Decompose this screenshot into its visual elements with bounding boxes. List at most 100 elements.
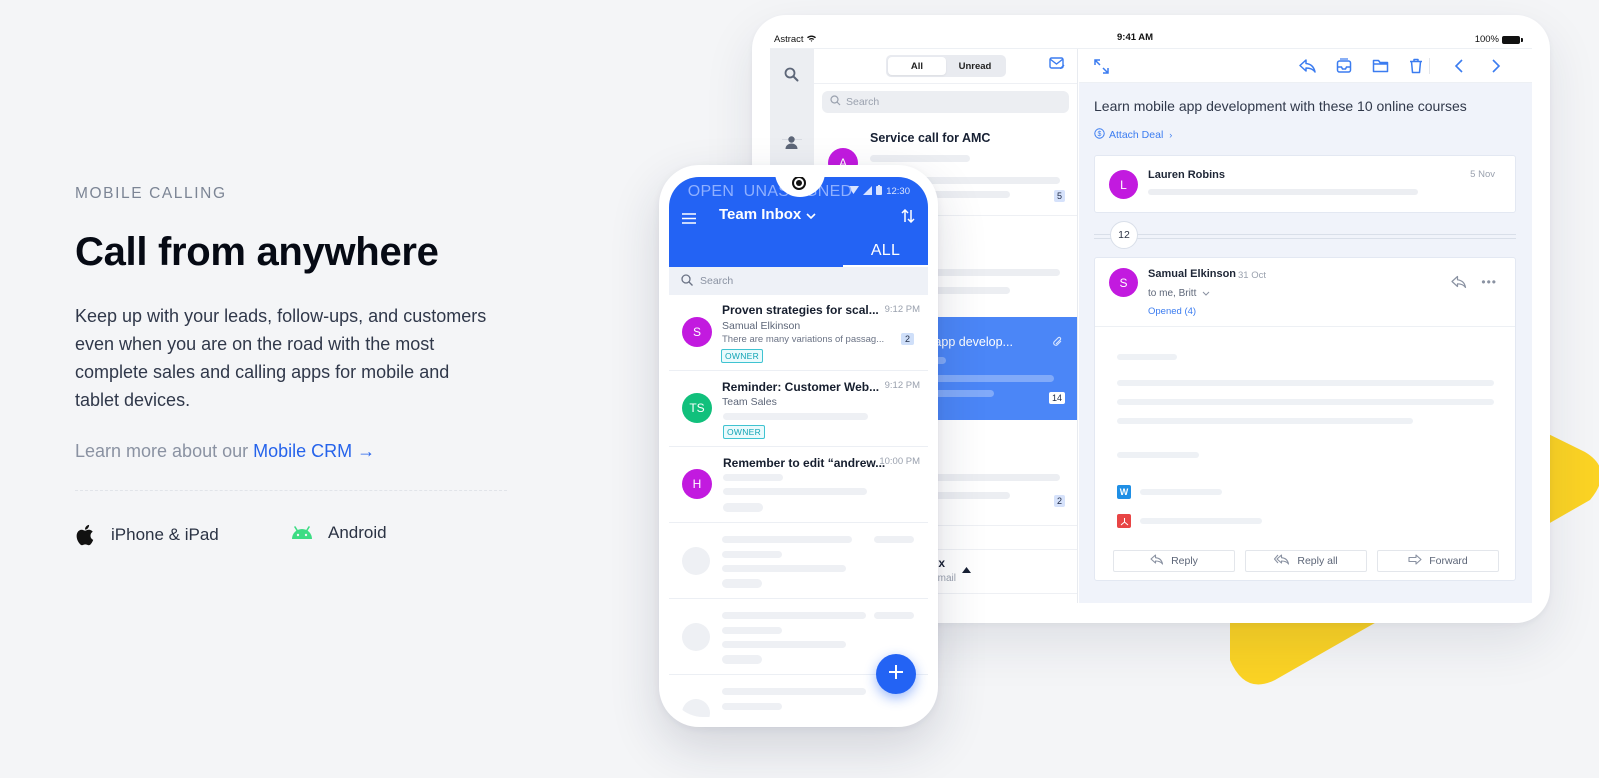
phone-mockup: 12:30 Team Inbox OPEN UNASSIGNED ALL [659, 165, 938, 727]
tablet-clock: 9:41 AM [1117, 32, 1154, 43]
plus-icon [888, 664, 904, 685]
conversation-from: Team Sales [722, 396, 777, 408]
inbox-title: Team Inbox [719, 206, 802, 223]
sender-name: Lauren Robins [1148, 169, 1226, 181]
tab-open[interactable]: OPEN [669, 177, 753, 207]
next-icon[interactable] [1491, 58, 1501, 79]
search-icon [681, 273, 693, 289]
chevron-down-icon [806, 206, 816, 223]
skeleton-line [722, 612, 866, 619]
skeleton-avatar [682, 623, 710, 651]
sender-name: Samual Elkinson [1148, 268, 1237, 280]
conversation-from: Samual Elkinson [722, 320, 801, 332]
forward-button[interactable]: Forward [1377, 550, 1499, 572]
recipients-toggle[interactable]: to me, Britt [1148, 288, 1210, 299]
skeleton-line [722, 641, 846, 648]
chevron-down-icon [1202, 288, 1210, 299]
tablet-mail-detail: Learn mobile app development with these … [1079, 49, 1532, 603]
learn-more-prefix: Learn more about our [75, 441, 254, 461]
mail-title: Service call for AMC [870, 131, 991, 145]
svg-text:$: $ [1098, 131, 1102, 138]
attachment-name-skeleton [1140, 489, 1222, 495]
tab-all[interactable]: ALL [843, 237, 928, 267]
platform-ios[interactable]: iPhone & iPad [75, 523, 219, 547]
skeleton-line [722, 579, 762, 588]
filter-segmented-control: All Unread [886, 55, 1006, 77]
segment-all[interactable]: All [888, 57, 946, 75]
conversation-time: 10:00 PM [879, 456, 920, 467]
carrier-name: Astract [774, 34, 804, 45]
tablet-status-bar: Astract 9:41 AM 100% [774, 32, 1523, 46]
phone-conversation-item[interactable]: TS Reminder: Customer Web... 9:12 PM Tea… [669, 371, 928, 447]
pdf-file-icon[interactable] [1117, 514, 1131, 528]
search-placeholder: Search [700, 275, 734, 287]
segment-unread[interactable]: Unread [946, 57, 1004, 75]
skeleton-avatar [682, 699, 710, 717]
signal-icon [863, 185, 873, 198]
arrow-right-icon: → [357, 441, 376, 461]
avatar: H [682, 469, 712, 499]
reply-icon[interactable] [1451, 275, 1467, 294]
skeleton-line [723, 488, 867, 495]
skeleton-line [722, 688, 866, 695]
tablet-search-input[interactable]: Search [822, 91, 1069, 113]
skeleton-line [1117, 380, 1494, 386]
archive-inbox-icon[interactable] [1336, 58, 1352, 79]
word-file-icon[interactable]: W [1117, 485, 1131, 499]
headline: Call from anywhere [75, 230, 439, 274]
phone-conversation-item[interactable]: H Remember to edit “andrew... 10:00 PM [669, 447, 928, 523]
eyebrow-label: MOBILE CALLING [75, 185, 227, 202]
conversation-time: 9:12 PM [884, 304, 920, 315]
chevron-right-icon: › [1169, 130, 1173, 140]
dollar-circle-icon: $ [1094, 128, 1105, 142]
hamburger-menu-icon[interactable] [682, 211, 696, 229]
folder-icon[interactable] [1372, 58, 1389, 78]
owner-tag: OWNER [721, 349, 764, 363]
conversation-title: Remember to edit “andrew... [723, 456, 886, 470]
thread-divider [1094, 234, 1516, 235]
conversation-preview: There are many variations of passag... [722, 334, 885, 345]
message-date: 5 Nov [1470, 169, 1495, 180]
phone-conversation-item[interactable]: S Proven strategies for scal... 9:12 PM … [669, 295, 928, 371]
skeleton-line [723, 413, 868, 420]
skeleton-line [723, 474, 783, 481]
expand-icon[interactable] [1093, 58, 1110, 80]
reply-icon[interactable] [1299, 58, 1316, 79]
inbox-selector[interactable]: Team Inbox [719, 206, 816, 223]
skeleton-line [722, 565, 846, 572]
attachment-name-skeleton [1140, 518, 1262, 524]
learn-more-line: Learn more about our Mobile CRM → [75, 441, 375, 462]
phone-search-input[interactable]: Search [669, 267, 928, 295]
reply-button[interactable]: Reply [1113, 550, 1235, 572]
new-conversation-fab[interactable] [876, 654, 916, 694]
opened-count-link[interactable]: Opened (4) [1148, 306, 1196, 317]
reply-all-button[interactable]: Reply all [1245, 550, 1367, 572]
list-header-divider [814, 83, 1077, 84]
mobile-crm-link[interactable]: Mobile CRM → [253, 441, 375, 461]
thread-divider [1094, 238, 1516, 239]
attach-deal-link[interactable]: $ Attach Deal › [1094, 128, 1172, 142]
phone-status-bar: 12:30 [848, 185, 910, 198]
hidden-messages-count[interactable]: 12 [1110, 221, 1138, 249]
contacts-icon[interactable] [784, 135, 799, 155]
reply-all-button-label: Reply all [1297, 555, 1338, 567]
email-subject: Learn mobile app development with these … [1094, 98, 1467, 114]
sort-icon[interactable] [901, 208, 915, 228]
trash-icon[interactable] [1409, 58, 1423, 79]
apple-icon [75, 523, 97, 547]
hero-description: Keep up with your leads, follow-ups, and… [75, 306, 487, 410]
carrier: Astract [774, 34, 816, 45]
avatar: S [1109, 268, 1138, 297]
search-icon[interactable] [784, 67, 799, 87]
collapsed-message-card[interactable]: L Lauren Robins 5 Nov [1094, 155, 1516, 213]
compose-icon[interactable] [1049, 57, 1065, 75]
paperclip-icon [1052, 335, 1063, 353]
more-options-icon[interactable]: ••• [1481, 275, 1497, 289]
platform-android[interactable]: Android [290, 523, 387, 543]
recipients-label: to me, Britt [1148, 288, 1197, 299]
open-message-card: S Samual Elkinson 31 Oct to me, Britt Op… [1094, 257, 1516, 581]
skeleton-line [924, 375, 1054, 382]
attach-deal-label: Attach Deal [1109, 129, 1164, 141]
reply-button-label: Reply [1171, 555, 1198, 567]
previous-icon[interactable] [1454, 58, 1464, 79]
